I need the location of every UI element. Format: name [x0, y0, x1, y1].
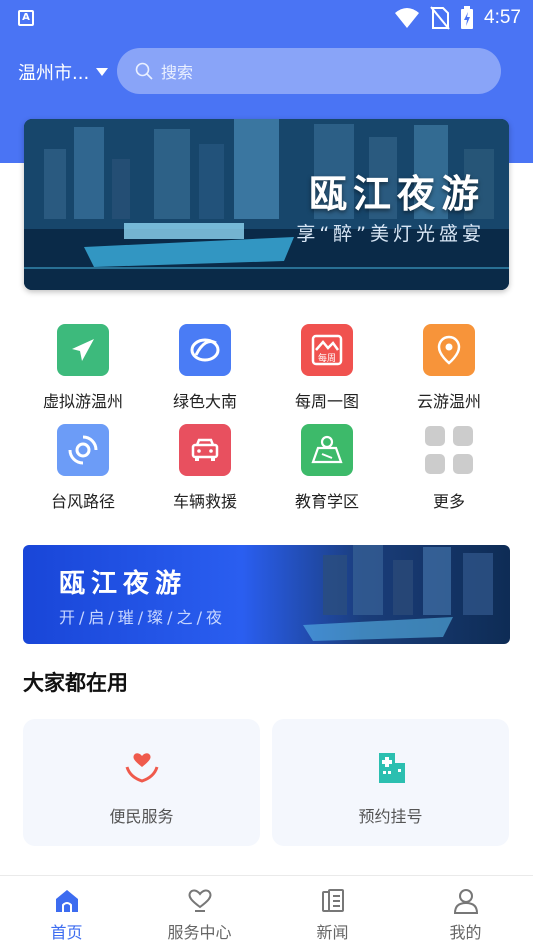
card-appointment[interactable]: 预约挂号: [272, 719, 509, 846]
section-title: 大家都在用: [23, 671, 128, 695]
nav-service-center[interactable]: 服务中心: [133, 876, 266, 947]
nav-home[interactable]: 首页: [0, 876, 133, 947]
promo-banner[interactable]: 瓯江夜游 开/启/璀/璨/之/夜: [23, 545, 510, 644]
photo-weekly-icon-text: 每周: [318, 352, 336, 364]
nav-label: 新闻: [316, 923, 349, 942]
grid-item-weekly-photo[interactable]: 每周 每周一图: [266, 320, 388, 420]
nav-label: 我的: [449, 923, 482, 942]
grid-item-green-danan[interactable]: 绿色大南: [144, 320, 266, 420]
card-label: 预约挂号: [358, 807, 423, 826]
grid-label: 台风路径: [50, 492, 115, 511]
search-placeholder: 搜索: [161, 63, 194, 82]
grid-item-education-district[interactable]: 教育学区: [266, 420, 388, 520]
status-bar: A 4:57: [0, 0, 533, 38]
grid-label: 更多: [432, 492, 465, 511]
city-label: 温州市...: [18, 63, 90, 84]
grid-item-cloud-tour[interactable]: 云游温州: [388, 320, 510, 420]
grid-item-virtual-tour[interactable]: 虚拟游温州: [22, 320, 144, 420]
battery-charging-icon: [461, 6, 474, 29]
hospital-icon: [371, 747, 411, 787]
location-pin-icon: [423, 324, 475, 376]
status-icons: 4:57: [394, 6, 521, 30]
service-heart-icon: [185, 886, 215, 916]
promo-subtitle: 开/启/璀/璨/之/夜: [59, 608, 226, 627]
nav-news[interactable]: 新闻: [266, 876, 399, 947]
leaf-logo-icon: [179, 324, 231, 376]
card-convenience-service[interactable]: 便民服务: [23, 719, 260, 846]
plane-icon: [57, 324, 109, 376]
dropdown-caret-icon: [96, 68, 109, 76]
grid-item-vehicle-rescue[interactable]: 车辆救援: [144, 420, 266, 520]
search-icon: [135, 62, 153, 80]
grid-item-more[interactable]: 更多: [388, 420, 510, 520]
promo-title: 瓯江夜游: [59, 569, 188, 599]
car-icon: [179, 424, 231, 476]
profile-icon: [451, 886, 481, 916]
grid-label: 云游温州: [416, 392, 481, 411]
education-map-icon: [301, 424, 353, 476]
typhoon-icon: [57, 424, 109, 476]
grid-label: 每周一图: [294, 392, 359, 411]
grid-label: 绿色大南: [172, 392, 237, 411]
app-notification-icon: A: [18, 10, 34, 26]
banner-title: 瓯江夜游: [308, 171, 485, 216]
bottom-navigation: 首页 服务中心 新闻 我的: [0, 875, 533, 947]
news-icon: [318, 886, 348, 916]
nav-label: 服务中心: [167, 923, 232, 942]
grid-item-typhoon-path[interactable]: 台风路径: [22, 420, 144, 520]
wifi-icon: [395, 8, 420, 28]
header: 温州市... 搜索: [0, 47, 533, 95]
no-sim-icon: [430, 6, 450, 30]
nav-label: 首页: [50, 923, 83, 942]
search-input[interactable]: 搜索: [117, 48, 501, 94]
home-icon: [52, 886, 82, 916]
banner-subtitle: 享“醉”美灯光盛宴: [296, 223, 485, 245]
grid-label: 车辆救援: [172, 492, 237, 511]
grid-label: 教育学区: [294, 492, 359, 511]
card-label: 便民服务: [109, 807, 174, 826]
heart-hands-icon: [122, 747, 162, 787]
hero-banner[interactable]: 瓯江夜游 享“醉”美灯光盛宴: [24, 119, 509, 290]
city-selector[interactable]: 温州市...: [18, 59, 109, 85]
status-time: 4:57: [484, 7, 521, 28]
grid-label: 虚拟游温州: [42, 392, 123, 411]
feature-grid: 虚拟游温州 绿色大南 每周 每周一图 云游温州 台风路径 车辆救援 教育学区 更…: [22, 320, 511, 520]
more-grid-icon: [423, 424, 475, 476]
nav-profile[interactable]: 我的: [399, 876, 532, 947]
photo-weekly-icon: 每周: [301, 324, 353, 376]
